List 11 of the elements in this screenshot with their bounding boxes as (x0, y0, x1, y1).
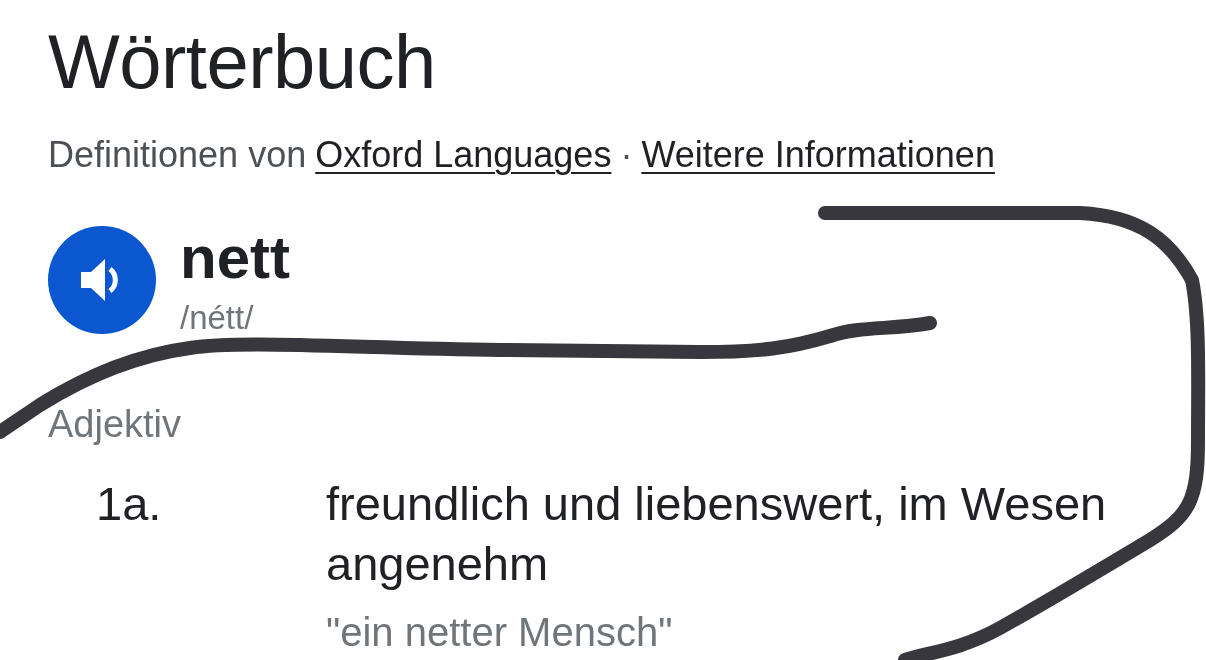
attribution-link[interactable]: Weitere Informationen (641, 133, 995, 177)
definition-text: freundlich und liebenswert, im Wesen angenehm (326, 476, 1108, 592)
attribution-link[interactable]: Oxford Languages (315, 133, 612, 177)
phonetic-text: /nétt/ (180, 298, 255, 338)
part-of-speech: Adjektiv (48, 402, 183, 446)
separator-dot: · (620, 133, 633, 177)
dictionary-title: Wörterbuch (48, 22, 437, 102)
headword: nett (180, 227, 290, 289)
example-text: "ein netter Mensch" (326, 609, 674, 656)
sense-number: 1a. (96, 476, 163, 532)
attribution-text: Definitionen von (48, 133, 307, 177)
